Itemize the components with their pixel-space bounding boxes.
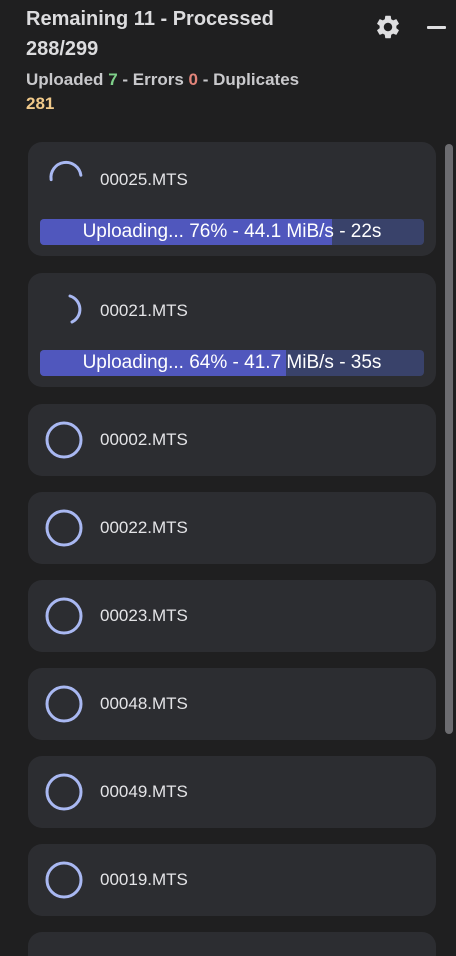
queued-filename: 00022.MTS — [100, 518, 188, 537]
duplicates-count: 281 — [26, 94, 55, 113]
duplicates-label: - Duplicates — [202, 70, 300, 89]
upload-progress-bar: Uploading... 76% - 44.1 MiB/s - 22s — [40, 219, 424, 245]
uploaded-count: 7 — [108, 70, 118, 89]
upload-filename: 00025.MTS — [100, 170, 188, 189]
pending-circle-icon — [45, 597, 83, 635]
gear-icon[interactable] — [374, 13, 402, 41]
queued-filename: 00023.MTS — [100, 606, 188, 625]
summary-title-line2: 288/299 — [26, 38, 99, 60]
queued-filename: 00002.MTS — [100, 430, 188, 449]
upload-panel: Remaining 11 - Processed 288/299 Uploade… — [0, 0, 456, 956]
queued-item: 00048.MTS — [28, 668, 436, 740]
spinner-icon — [49, 160, 83, 182]
minimize-bar — [427, 26, 446, 29]
pending-circle-icon — [45, 421, 83, 459]
uploaded-label: Uploaded — [26, 70, 104, 89]
pending-circle-icon — [45, 861, 83, 899]
queued-item: 00019.MTS — [28, 844, 436, 916]
queued-filename: 00049.MTS — [100, 782, 188, 801]
pending-circle-icon — [45, 685, 83, 723]
summary-stats: Uploaded 7 - Errors 0 - Duplicates 281 — [26, 68, 376, 116]
queued-item: 00022.MTS — [28, 492, 436, 564]
queued-item: 00002.MTS — [28, 404, 436, 476]
upload-progress-bar: Uploading... 64% - 41.7 MiB/s - 35s — [40, 350, 424, 376]
upload-filename: 00021.MTS — [100, 301, 188, 320]
spinner-icon — [68, 294, 82, 324]
errors-label: - Errors — [122, 70, 184, 89]
queued-filename: 00048.MTS — [100, 694, 188, 713]
pending-circle-icon — [45, 509, 83, 547]
minimize-icon[interactable] — [424, 14, 450, 40]
errors-count: 0 — [188, 70, 199, 89]
summary-title-line1: Remaining 11 - Processed — [26, 8, 274, 30]
scrollbar[interactable] — [443, 142, 455, 742]
queued-item-partial — [28, 932, 436, 956]
queued-item: 00023.MTS — [28, 580, 436, 652]
summary-title: Remaining 11 - Processed 288/299 — [26, 4, 376, 64]
upload-progress-text: Uploading... 76% - 44.1 MiB/s - 22s — [82, 221, 382, 242]
pending-circle-icon — [45, 773, 83, 811]
upload-summary: Remaining 11 - Processed 288/299 Uploade… — [26, 4, 376, 116]
queued-filename: 00019.MTS — [100, 870, 188, 889]
upload-item: 00021.MTS Uploading... 64% - 41.7 MiB/s … — [28, 273, 436, 387]
upload-progress-text: Uploading... 64% - 41.7 MiB/s - 35s — [82, 352, 382, 373]
upload-item: 00025.MTS Uploading... 76% - 44.1 MiB/s … — [28, 142, 436, 256]
scrollbar-thumb[interactable] — [445, 144, 453, 734]
queued-item: 00049.MTS — [28, 756, 436, 828]
